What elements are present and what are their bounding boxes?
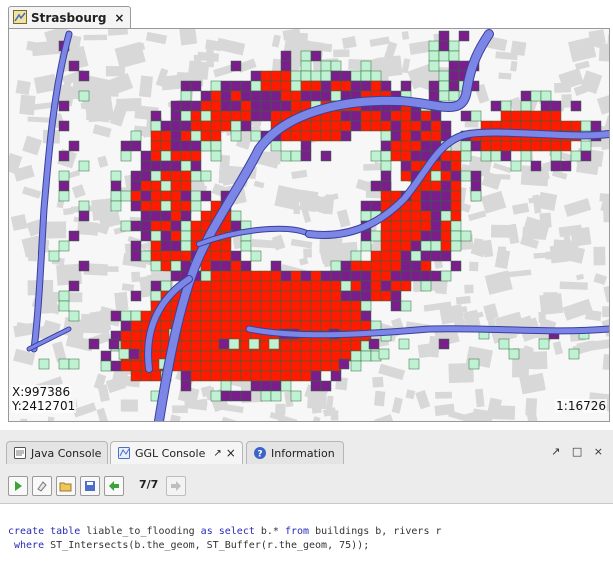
sql-keyword: where	[14, 540, 45, 551]
sql-text: ST_Intersects(b.the_geom, ST_Buffer(r.th…	[44, 540, 370, 551]
tab-label: Information	[271, 446, 335, 460]
console-panel: Java Console GGL Console ↗ × ? Informati…	[0, 430, 613, 564]
open-folder-icon	[59, 482, 72, 492]
sql-text: liable_to_flooding	[80, 526, 201, 537]
coordinate-y-readout: Y:2412701	[11, 399, 77, 413]
open-button[interactable]	[56, 476, 76, 496]
previous-button[interactable]	[104, 476, 124, 496]
information-icon: ?	[253, 446, 267, 460]
tab-java-console[interactable]: Java Console	[6, 441, 109, 464]
map-canvas[interactable]: X:997386 Y:2412701 1:16726	[8, 28, 610, 422]
panel-window-controls[interactable]: ↗ □ ×	[551, 445, 607, 458]
tab-ggl-console[interactable]: GGL Console ↗ ×	[110, 441, 243, 464]
sql-text: b.*	[254, 526, 285, 537]
sql-line-2: where ST_Intersects(b.the_geom, ST_Buffe…	[14, 540, 369, 551]
run-icon	[15, 481, 22, 491]
map-tab-bar: Strasbourg ×	[0, 0, 613, 29]
save-button[interactable]	[80, 476, 100, 496]
history-position: 7/7	[139, 478, 159, 491]
sql-editor[interactable]: create table liable_to_flooding as selec…	[0, 503, 613, 564]
console-toolbar: 7/7	[0, 464, 613, 500]
map-icon	[13, 9, 27, 27]
java-console-icon	[13, 446, 27, 460]
tab-label: Java Console	[31, 446, 102, 460]
close-icon[interactable]: ×	[114, 11, 124, 25]
svg-text:?: ?	[257, 450, 262, 460]
close-icon[interactable]: ×	[226, 446, 236, 460]
tab-information[interactable]: ? Information	[246, 441, 344, 464]
map-tab-title: Strasbourg	[31, 11, 107, 25]
next-button[interactable]	[166, 476, 186, 496]
pin-icon[interactable]: ↗	[213, 448, 221, 459]
run-button[interactable]	[8, 476, 28, 496]
sql-keyword: from	[284, 526, 310, 537]
map-scale-readout: 1:16726	[555, 399, 607, 413]
sql-keyword: create table	[8, 526, 81, 537]
sql-keyword: as select	[200, 526, 255, 537]
save-icon	[85, 481, 95, 491]
map-tab-strasbourg[interactable]: Strasbourg ×	[8, 6, 132, 29]
previous-icon	[109, 481, 119, 491]
sql-line-1: create table liable_to_flooding as selec…	[8, 526, 442, 537]
next-icon	[171, 481, 181, 491]
clear-button[interactable]	[32, 476, 52, 496]
sql-text: buildings b, rivers r	[309, 526, 442, 537]
ggl-console-icon	[117, 446, 131, 460]
clear-icon	[37, 481, 47, 492]
tab-label: GGL Console	[135, 446, 206, 460]
map-layers	[9, 29, 609, 421]
console-tab-bar: Java Console GGL Console ↗ × ? Informati…	[0, 430, 613, 465]
coordinate-x-readout: X:997386	[11, 385, 72, 399]
